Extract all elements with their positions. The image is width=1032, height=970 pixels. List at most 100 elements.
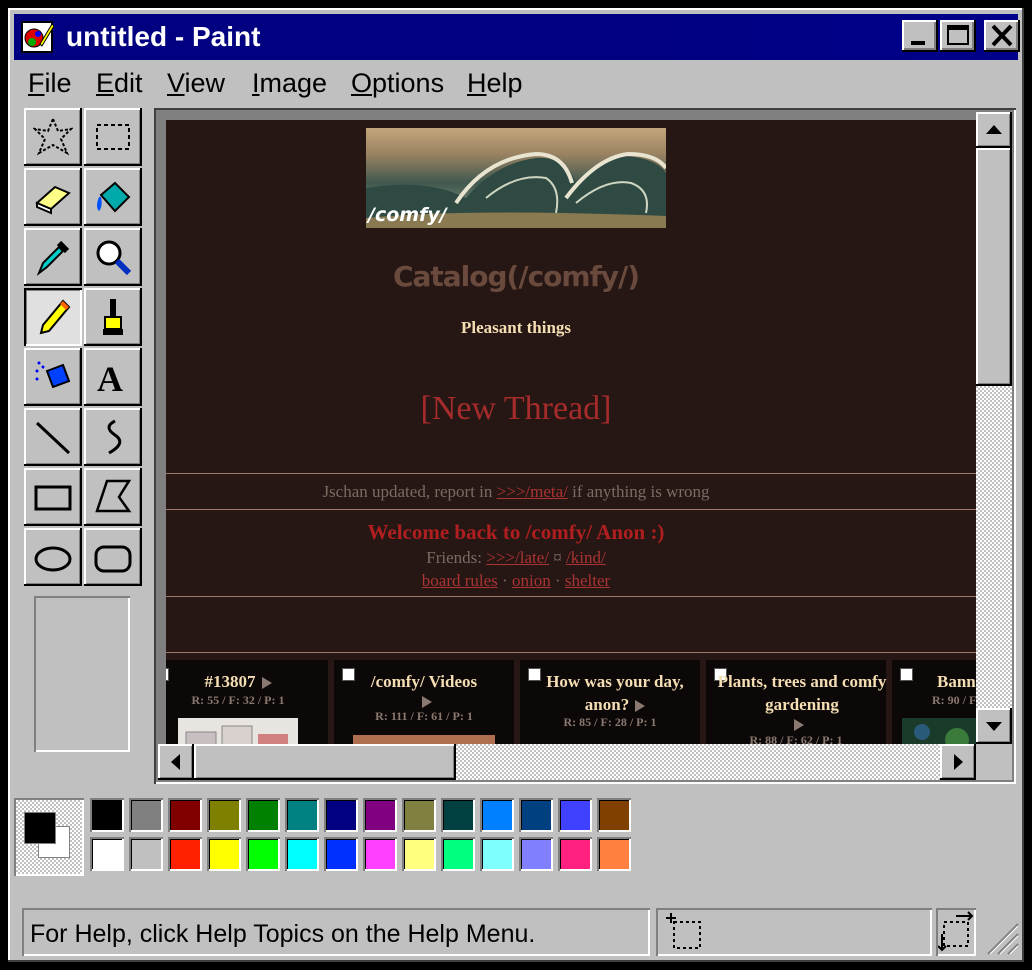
divider xyxy=(166,652,976,653)
thread-card[interactable]: How was your day, anon? R: 85 / F: 28 / … xyxy=(520,660,700,744)
thread-stats: R: 111 / F: 61 / P: 1 xyxy=(375,709,473,723)
thread-thumbnail[interactable] xyxy=(353,735,495,744)
expand-arrow-icon[interactable] xyxy=(794,718,804,731)
thread-card[interactable]: Plants, trees and comfy gardening R: 88 … xyxy=(706,660,886,744)
thread-stats: R: 88 / F: 62 / P: 1 xyxy=(749,733,843,744)
menu-image[interactable]: Image xyxy=(252,66,327,100)
paint-icon[interactable] xyxy=(20,20,55,54)
palette-swatch[interactable] xyxy=(168,798,202,832)
horizontal-scrollbar[interactable] xyxy=(158,744,976,780)
expand-arrow-icon[interactable] xyxy=(261,677,272,690)
curve-icon[interactable] xyxy=(84,408,142,466)
palette-swatch[interactable] xyxy=(324,837,358,871)
thread-thumbnail[interactable] xyxy=(902,718,976,744)
pencil-icon[interactable] xyxy=(24,288,82,346)
brush-icon[interactable] xyxy=(84,288,142,346)
palette-swatch[interactable] xyxy=(246,798,280,832)
scroll-up-button[interactable] xyxy=(976,112,1012,148)
polygon-icon[interactable] xyxy=(84,468,142,526)
palette-swatch[interactable] xyxy=(363,798,397,832)
maximize-button[interactable] xyxy=(940,20,976,52)
minimize-button[interactable] xyxy=(902,20,938,52)
friends-line: Friends: >>>/late/ ¤ /kind/ xyxy=(426,548,606,567)
palette-swatch[interactable] xyxy=(207,798,241,832)
palette-swatch[interactable] xyxy=(558,798,592,832)
menu-options[interactable]: Options xyxy=(351,66,444,100)
expand-arrow-icon[interactable] xyxy=(635,700,646,713)
palette-swatch[interactable] xyxy=(285,798,319,832)
palette-swatch[interactable] xyxy=(129,837,163,871)
fill-icon[interactable] xyxy=(84,168,142,226)
divider xyxy=(166,509,976,510)
close-button[interactable] xyxy=(984,20,1020,52)
palette-swatch[interactable] xyxy=(363,837,397,871)
palette-swatch[interactable] xyxy=(207,837,241,871)
thread-card[interactable]: Bann R: 90 / F xyxy=(892,660,976,744)
palette-swatch[interactable] xyxy=(519,798,553,832)
magnifier-icon[interactable] xyxy=(84,228,142,286)
vertical-scroll-thumb[interactable] xyxy=(976,148,1012,386)
palette-swatch[interactable] xyxy=(597,837,631,871)
palette-swatch[interactable] xyxy=(480,798,514,832)
scroll-down-button[interactable] xyxy=(976,708,1012,744)
free-form-select-icon[interactable] xyxy=(24,108,82,166)
rectangle-icon[interactable] xyxy=(24,468,82,526)
title-bar[interactable]: untitled - Paint xyxy=(14,14,1020,60)
tool-options-panel[interactable] xyxy=(34,596,130,752)
foreground-color-swatch[interactable] xyxy=(24,812,56,844)
select-icon[interactable] xyxy=(84,108,142,166)
palette-swatch[interactable] xyxy=(480,837,514,871)
palette-swatch[interactable] xyxy=(324,798,358,832)
ellipse-icon[interactable] xyxy=(24,528,82,586)
horizontal-scroll-thumb[interactable] xyxy=(194,744,456,780)
kind-link[interactable]: /kind/ xyxy=(566,548,606,567)
scroll-right-button[interactable] xyxy=(940,744,976,780)
board-subtitle: Pleasant things xyxy=(460,318,572,337)
board-rules-link[interactable]: board rules xyxy=(422,571,498,590)
vertical-scrollbar[interactable] xyxy=(976,112,1012,744)
thread-title: /comfy/ Videos xyxy=(370,672,478,691)
color-palette xyxy=(14,798,634,884)
expand-arrow-icon[interactable] xyxy=(422,695,432,708)
svg-text:A: A xyxy=(97,359,123,397)
palette-swatch[interactable] xyxy=(285,837,319,871)
onion-link[interactable]: onion xyxy=(512,571,551,590)
canvas[interactable]: /comfy/ Catalog(/comfy/) Pleasant things… xyxy=(166,120,976,744)
thread-thumbnail[interactable] xyxy=(178,718,298,744)
window-title: untitled - Paint xyxy=(66,21,261,52)
shelter-link[interactable]: shelter xyxy=(565,571,610,590)
rounded-rectangle-icon[interactable] xyxy=(84,528,142,586)
menu-file[interactable]: File xyxy=(28,66,72,100)
menu-help[interactable]: Help xyxy=(467,66,523,100)
meta-link[interactable]: >>>/meta/ xyxy=(497,482,568,501)
palette-swatch[interactable] xyxy=(519,837,553,871)
scroll-corner xyxy=(976,744,1012,780)
palette-swatch[interactable] xyxy=(441,798,475,832)
current-colors[interactable] xyxy=(14,798,84,876)
line-icon[interactable] xyxy=(24,408,82,466)
thread-checkbox[interactable] xyxy=(900,668,913,681)
palette-swatch[interactable] xyxy=(246,837,280,871)
eraser-icon[interactable] xyxy=(24,168,82,226)
menu-view[interactable]: View xyxy=(167,66,225,100)
menu-bar: File Edit View Image Options Help xyxy=(14,64,1014,100)
palette-swatch[interactable] xyxy=(129,798,163,832)
new-thread-link[interactable]: [New Thread] xyxy=(166,390,866,428)
airbrush-icon[interactable] xyxy=(24,348,82,406)
thread-card[interactable]: #13807 R: 55 / F: 32 / P: 1 xyxy=(166,660,328,744)
late-link[interactable]: >>>/late/ xyxy=(486,548,549,567)
text-icon[interactable]: A xyxy=(84,348,142,406)
palette-swatch[interactable] xyxy=(441,837,475,871)
palette-swatch[interactable] xyxy=(90,798,124,832)
palette-swatch[interactable] xyxy=(402,837,436,871)
palette-swatch[interactable] xyxy=(558,837,592,871)
menu-edit[interactable]: Edit xyxy=(96,66,143,100)
palette-swatch[interactable] xyxy=(90,837,124,871)
resize-grip-icon[interactable] xyxy=(980,916,1020,956)
thread-card[interactable]: /comfy/ Videos R: 111 / F: 61 / P: 1 xyxy=(334,660,514,744)
scroll-left-button[interactable] xyxy=(158,744,194,780)
pick-color-icon[interactable] xyxy=(24,228,82,286)
palette-swatch[interactable] xyxy=(168,837,202,871)
palette-swatch[interactable] xyxy=(597,798,631,832)
palette-swatch[interactable] xyxy=(402,798,436,832)
